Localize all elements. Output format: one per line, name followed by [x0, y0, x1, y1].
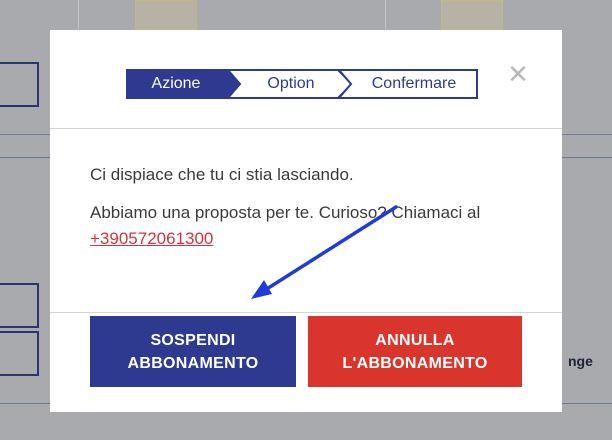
step-label: Azione — [151, 75, 201, 92]
cancel-button-label: ANNULLA L'ABBONAMENTO — [342, 331, 488, 372]
step-label: Option — [267, 75, 315, 92]
background-button — [0, 283, 39, 328]
modal-divider — [50, 128, 562, 129]
cancel-subscription-modal: ✕ Azione Option Confermare Ci dispiace c… — [50, 30, 562, 412]
step-option[interactable]: Option — [227, 69, 355, 99]
background-product-image — [135, 0, 197, 30]
suspend-subscription-button[interactable]: SOSPENDI ABBONAMENTO — [90, 316, 296, 387]
offer-message: Abbiamo una proposta per te. Curioso? Ch… — [90, 203, 481, 222]
background-partial-text: nge — [568, 353, 593, 369]
close-icon[interactable]: ✕ — [505, 61, 531, 87]
background-product-image — [441, 0, 503, 30]
background-button — [0, 62, 39, 107]
sorry-message: Ci dispiace che tu ci stia lasciando. — [90, 165, 354, 184]
phone-link[interactable]: +390572061300 — [90, 229, 213, 249]
step-label: Confermare — [371, 75, 457, 92]
background-button — [0, 331, 39, 376]
cancel-subscription-button[interactable]: ANNULLA L'ABBONAMENTO — [308, 316, 522, 387]
modal-divider — [50, 312, 562, 313]
step-confermare[interactable]: Confermare — [338, 69, 478, 99]
suspend-button-label: SOSPENDI ABBONAMENTO — [127, 331, 259, 372]
